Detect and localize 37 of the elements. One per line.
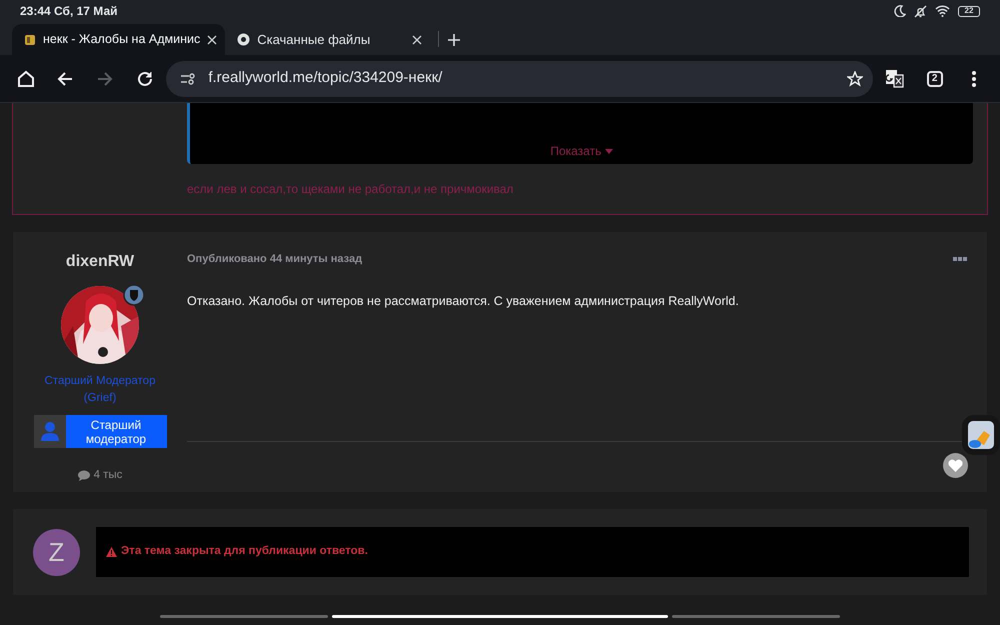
post-text: Отказано. Жалобы от читеров не рассматриваются. С уважением администрация ReallyWorld. <box>187 292 740 310</box>
rank-badge: Старший модератор <box>34 415 166 448</box>
caret-icon <box>604 148 613 154</box>
moon-icon <box>894 5 906 17</box>
status-time: 23:44 Сб, 17 Май <box>20 3 118 20</box>
address-bar[interactable]: f.reallyworld.me/topic/334209-некк/ <box>166 60 874 96</box>
bell-off-icon <box>914 4 927 18</box>
wifi-icon <box>935 5 950 17</box>
tab-title: Скачанные файлы <box>257 30 372 49</box>
site-settings-icon <box>180 72 196 86</box>
closed-message: Эта тема закрыта для публикации ответов. <box>121 544 368 560</box>
browser-tab[interactable]: некк - Жалобы на Админис <box>12 24 226 55</box>
site-favicon-icon <box>24 34 36 46</box>
tab-title: некк - Жалобы на Админис <box>43 31 200 48</box>
reload-icon[interactable] <box>136 70 154 88</box>
plus-icon[interactable] <box>447 33 462 47</box>
home-icon[interactable] <box>16 70 35 88</box>
shield-badge-icon <box>123 284 145 306</box>
tab-count-button[interactable]: 2 <box>916 58 952 98</box>
post-count: 4 тыс <box>94 468 122 483</box>
post-text: если лев и сосал,то щеками не работал,и не причмокивал <box>187 181 514 198</box>
star-icon[interactable] <box>847 70 864 86</box>
close-icon[interactable] <box>412 34 422 44</box>
battery-indicator: 22 <box>958 6 980 16</box>
more-icon[interactable] <box>953 257 967 262</box>
author-name[interactable]: dixenRW <box>66 250 134 274</box>
close-icon[interactable] <box>207 34 218 44</box>
browser-tab[interactable]: Скачанные файлы <box>225 24 430 55</box>
warning-icon <box>106 547 117 557</box>
comment-icon <box>78 470 90 482</box>
floating-assistant-icon[interactable] <box>962 415 1000 455</box>
post-date: Опубликовано 44 минуты назад <box>187 252 362 267</box>
like-icon[interactable] <box>943 453 968 478</box>
translate-icon[interactable] <box>885 68 906 88</box>
back-icon[interactable] <box>56 70 74 88</box>
navigation-handle[interactable] <box>332 615 668 618</box>
user-avatar: Z <box>33 528 80 576</box>
